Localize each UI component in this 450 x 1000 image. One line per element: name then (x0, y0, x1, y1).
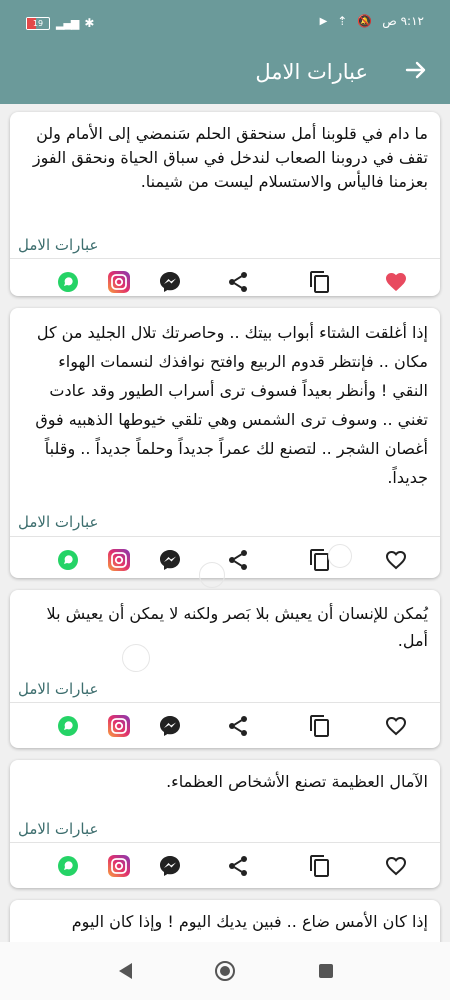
heart-icon[interactable] (383, 269, 409, 295)
touch-ripple (328, 544, 352, 568)
action-bar (10, 259, 440, 303)
share-icon[interactable] (225, 713, 251, 739)
whatsapp-icon[interactable] (55, 853, 81, 879)
quote-card: إذا أغلقت الشتاء أبواب بيتك .. وحاصرتك ت… (10, 308, 440, 578)
quote-text: إذا أغلقت الشتاء أبواب بيتك .. وحاصرتك ت… (35, 323, 428, 487)
quote-card: ما دام في قلوبنا أمل سنحقق الحلم سَنمضي … (10, 112, 440, 296)
quote-text: إذا كان الأمس ضاع .. فبين يديك اليوم ! و… (71, 912, 428, 931)
share-icon[interactable] (225, 853, 251, 879)
app-bar: عبارات الامل (0, 48, 450, 104)
action-bar (10, 703, 440, 747)
recents-nav-icon[interactable] (318, 963, 334, 983)
touch-ripple (199, 562, 225, 588)
messenger-icon[interactable] (157, 853, 183, 879)
messenger-icon[interactable] (157, 713, 183, 739)
instagram-icon[interactable] (106, 853, 132, 879)
copy-icon[interactable] (307, 853, 333, 879)
quote-text: ما دام في قلوبنا أمل سنحقق الحلم سَنمضي … (32, 124, 428, 191)
bluetooth-icon: ✱ (84, 16, 95, 30)
quote-text: الآمال العظيمة تصنع الأشخاص العظماء. (166, 772, 428, 791)
whatsapp-icon[interactable] (55, 713, 81, 739)
instagram-icon[interactable] (106, 547, 132, 573)
touch-ripple (122, 644, 150, 672)
whatsapp-icon[interactable] (55, 547, 81, 573)
quote-category[interactable]: عبارات الامل (18, 680, 98, 698)
messenger-icon[interactable] (157, 547, 183, 573)
share-icon[interactable] (225, 547, 251, 573)
status-bar: 19 ▂▄▆ ✱ ٩:١٢ ص 🔕 ⇡ ▶ (0, 0, 450, 48)
copy-icon[interactable] (307, 269, 333, 295)
status-right: ٩:١٢ ص 🔕 ⇡ ▶ (320, 14, 424, 28)
action-bar (10, 537, 440, 581)
status-left: 19 ▂▄▆ ✱ (26, 16, 94, 30)
quote-category[interactable]: عبارات الامل (18, 513, 98, 531)
home-nav-icon[interactable] (214, 960, 236, 986)
status-time: ٩:١٢ ص (382, 14, 424, 28)
upload-icon: ⇡ (337, 14, 348, 28)
system-nav-bar (0, 942, 450, 1000)
messenger-icon[interactable] (157, 269, 183, 295)
battery-icon: 19 (26, 16, 50, 30)
instagram-icon[interactable] (106, 269, 132, 295)
quotes-feed[interactable]: ما دام في قلوبنا أمل سنحقق الحلم سَنمضي … (0, 104, 450, 942)
copy-icon[interactable] (307, 713, 333, 739)
back-nav-icon[interactable] (116, 961, 134, 985)
share-icon[interactable] (225, 269, 251, 295)
signal-icon: ▂▄▆ (56, 16, 79, 30)
whatsapp-icon[interactable] (55, 269, 81, 295)
quote-card: إذا كان الأمس ضاع .. فبين يديك اليوم ! و… (10, 900, 440, 942)
heart-outline-icon[interactable] (383, 547, 409, 573)
heart-outline-icon[interactable] (383, 713, 409, 739)
mute-icon: 🔕 (357, 14, 373, 28)
quote-category[interactable]: عبارات الامل (18, 820, 98, 838)
battery-level: 19 (32, 18, 44, 28)
action-bar (10, 843, 440, 887)
quote-card: يُمكن للإنسان أن يعيش بلا بَصر ولكنه لا … (10, 590, 440, 748)
quote-card: الآمال العظيمة تصنع الأشخاص العظماء. عبا… (10, 760, 440, 888)
page-title: عبارات الامل (255, 60, 368, 84)
arrow-right-icon[interactable] (404, 58, 428, 89)
quote-category[interactable]: عبارات الامل (18, 236, 98, 254)
heart-outline-icon[interactable] (383, 853, 409, 879)
quote-text: يُمكن للإنسان أن يعيش بلا بَصر ولكنه لا … (46, 604, 428, 650)
instagram-icon[interactable] (106, 713, 132, 739)
play-icon: ▶ (319, 15, 328, 27)
